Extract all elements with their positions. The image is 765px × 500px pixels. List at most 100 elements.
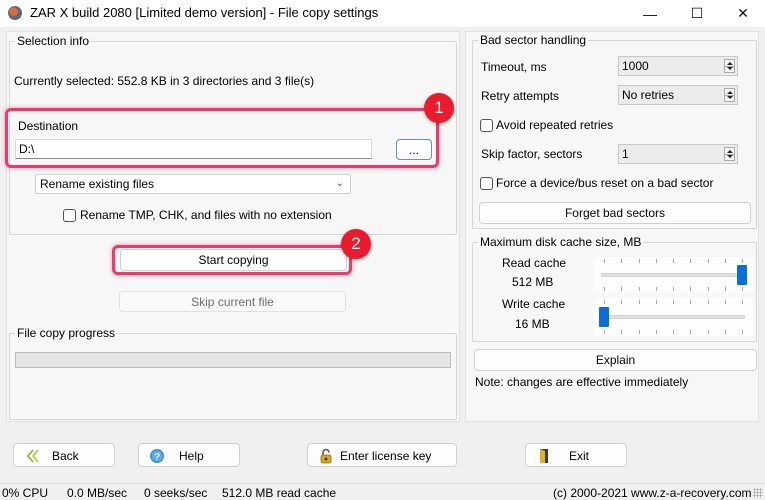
skip-file-button[interactable]: Skip current file — [119, 291, 346, 312]
slider-tick — [638, 300, 640, 304]
forget-bad-sectors-label: Forget bad sectors — [564, 206, 666, 220]
skip-factor-label: Skip factor, sectors — [481, 147, 583, 161]
slider-tick — [655, 300, 657, 304]
annotation-badge-2: 2 — [341, 229, 371, 259]
slider-tick — [690, 287, 692, 291]
progress-group: File copy progress — [9, 326, 457, 420]
skip-factor-value: 1 — [622, 147, 629, 161]
padlock-icon — [320, 448, 332, 464]
minimize-button[interactable]: — — [627, 0, 673, 27]
throughput-status: 0.0 MB/sec — [67, 486, 128, 500]
exit-button[interactable]: Exit — [525, 443, 627, 467]
spinner-arrows-icon[interactable] — [724, 59, 735, 73]
slider-tick — [638, 287, 640, 291]
force-reset-checkbox[interactable] — [480, 177, 493, 190]
rename-special-checkbox[interactable] — [63, 209, 76, 222]
slider-tick — [638, 330, 640, 334]
conflict-option-select[interactable]: Rename existing files ⌄ — [35, 174, 351, 194]
spinner-arrows-icon[interactable] — [724, 147, 735, 161]
slider-tick — [604, 330, 605, 334]
forget-bad-sectors-button[interactable]: Forget bad sectors — [479, 202, 751, 224]
skip-factor-spinner[interactable]: 1 — [618, 144, 738, 164]
spinner-arrows-icon[interactable] — [724, 88, 735, 102]
slider-tick — [604, 287, 605, 291]
slider-tick — [604, 259, 605, 263]
force-reset-label: Force a device/bus reset on a bad sector — [496, 176, 714, 190]
slider-tick — [707, 300, 709, 304]
avoid-retries-label: Avoid repeated retries — [496, 118, 614, 132]
start-copying-highlight — [112, 245, 352, 275]
timeout-spinner[interactable]: 1000 — [618, 56, 738, 76]
slider-tick — [673, 300, 674, 304]
slider-tick — [655, 287, 657, 291]
write-cache-value: 16 MB — [515, 317, 550, 331]
slider-tick — [638, 259, 640, 263]
slider-tick — [707, 287, 709, 291]
write-cache-label: Write cache — [502, 297, 566, 311]
slider-tick — [621, 330, 623, 334]
status-bar: 0% CPU 0.0 MB/sec 0 seeks/sec 512.0 MB r… — [0, 483, 765, 500]
copyright: (c) 2000-2021 www.z-a-recovery.com — [553, 486, 752, 500]
close-button[interactable]: ✕ — [720, 0, 765, 27]
rename-special-label: Rename TMP, CHK, and files with no exten… — [80, 208, 332, 222]
slider-tick — [690, 330, 692, 334]
resize-grip[interactable] — [753, 488, 763, 498]
slider-tick — [673, 287, 674, 291]
cpu-status: 0% CPU — [2, 486, 49, 500]
slider-tick — [707, 259, 709, 263]
cache-note: Note: changes are effective immediately — [475, 375, 689, 389]
bad-sector-legend: Bad sector handling — [480, 33, 587, 47]
slider-track — [601, 315, 745, 319]
exit-label: Exit — [569, 449, 590, 463]
left-panel: Selection info Currently selected: 552.8… — [6, 31, 460, 422]
slider-tick — [621, 259, 623, 263]
help-button[interactable]: ? Help — [138, 443, 240, 467]
slider-track — [601, 273, 745, 277]
slider-tick — [621, 300, 623, 304]
maximize-icon: ☐ — [690, 5, 704, 21]
cache-status: 512.0 MB read cache — [222, 486, 337, 500]
slider-tick — [742, 300, 743, 304]
slider-tick — [724, 287, 726, 291]
slider-tick — [621, 287, 623, 291]
chevron-down-icon: ⌄ — [335, 178, 344, 189]
maximize-button[interactable]: ☐ — [674, 0, 720, 27]
cache-legend: Maximum disk cache size, MB — [480, 235, 642, 249]
write-cache-slider[interactable] — [593, 298, 753, 336]
avoid-retries-checkbox[interactable] — [480, 119, 493, 132]
window-title: ZAR X build 2080 [Limited demo version] … — [30, 5, 379, 20]
explain-label: Explain — [595, 353, 636, 367]
read-cache-slider[interactable] — [593, 257, 753, 293]
exit-door-icon — [540, 449, 548, 463]
copy-progress-bar — [15, 352, 451, 368]
help-icon: ? — [150, 449, 164, 463]
explain-button[interactable]: Explain — [474, 349, 757, 371]
back-button[interactable]: Back — [13, 443, 115, 467]
selection-info-legend: Selection info — [17, 34, 90, 48]
slider-tick — [604, 300, 605, 304]
license-button[interactable]: Enter license key — [307, 443, 457, 467]
slider-tick — [655, 259, 657, 263]
close-icon: ✕ — [737, 5, 749, 21]
slider-tick — [742, 259, 743, 263]
slider-tick — [655, 330, 657, 334]
slider-tick — [690, 259, 692, 263]
destination-highlight — [5, 108, 439, 168]
timeout-value: 1000 — [622, 59, 649, 73]
slider-thumb[interactable] — [737, 265, 747, 285]
conflict-option-value: Rename existing files — [40, 177, 155, 191]
read-cache-value: 512 MB — [512, 275, 554, 289]
back-arrows-icon — [27, 450, 39, 462]
skip-file-label: Skip current file — [191, 294, 274, 309]
read-cache-label: Read cache — [502, 256, 567, 270]
timeout-label: Timeout, ms — [481, 60, 547, 74]
progress-legend: File copy progress — [17, 326, 116, 340]
retry-spinner[interactable]: No retries — [618, 85, 738, 105]
minimize-icon: — — [643, 5, 657, 22]
right-panel: Bad sector handling Timeout, ms 1000 Ret… — [465, 31, 759, 422]
slider-tick — [673, 259, 674, 263]
seeks-status: 0 seeks/sec — [144, 486, 208, 500]
slider-tick — [724, 300, 726, 304]
slider-tick — [690, 300, 692, 304]
slider-thumb[interactable] — [599, 307, 609, 327]
